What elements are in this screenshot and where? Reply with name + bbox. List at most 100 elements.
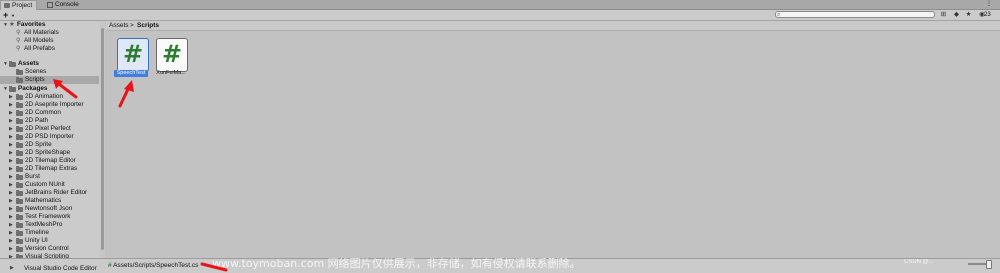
expand-arrow-icon[interactable]: ▶ <box>9 205 13 213</box>
expand-arrow-icon[interactable]: ▶ <box>9 213 13 221</box>
expand-arrow-icon[interactable]: ▶ <box>9 165 13 173</box>
breadcrumb-assets[interactable]: Assets <box>109 21 129 30</box>
folder-icon <box>16 134 23 140</box>
search-icon: ⚲ <box>16 38 21 44</box>
expand-arrow-icon[interactable]: ▶ <box>9 221 13 229</box>
tree-item-package[interactable]: ▶ 2D Common <box>0 109 99 117</box>
expand-arrow-icon[interactable]: ▶ <box>9 229 13 237</box>
expand-arrow-icon[interactable]: ▶ <box>9 189 13 197</box>
tree-item-package[interactable]: ▶ Version Control <box>0 245 99 253</box>
tree-scrollbar-thumb[interactable] <box>101 28 104 250</box>
tree-section-label: Favorites <box>17 21 46 28</box>
tree-item-label: TextMeshPro <box>25 221 63 228</box>
expand-arrow-icon[interactable]: ▶ <box>9 149 13 157</box>
folder-icon <box>16 110 23 116</box>
icon-size-slider-handle[interactable] <box>986 260 992 269</box>
folder-icon <box>16 102 23 108</box>
tree-favorites[interactable]: ▼ ★ Favorites <box>0 21 99 29</box>
tab-label: Console <box>55 1 79 8</box>
tree-item-package[interactable]: ▶ 2D Path <box>0 117 99 125</box>
folder-icon <box>16 158 23 164</box>
tab-label: Project <box>12 2 33 9</box>
csharp-script-icon: # <box>161 40 183 68</box>
label-filter-icon[interactable]: ◆ <box>952 11 961 19</box>
expand-arrow-icon[interactable]: ▶ <box>9 141 13 149</box>
tree-item-package[interactable]: ▶ 2D Sprite <box>0 141 99 149</box>
tree-item-label: 2D Tilemap Editor <box>25 157 76 164</box>
watermark: www.toymoban.com 网络图片仅供展示，非存储，如有侵权请联系删除。 <box>212 257 581 270</box>
expand-arrow-icon[interactable]: ▶ <box>9 157 13 165</box>
tree-item-package[interactable]: ▶ Unity UI <box>0 237 99 245</box>
search-icon: ⚲ <box>16 46 21 52</box>
file-label-xunfei[interactable]: XunFeiMa... <box>153 70 189 77</box>
tree-item-package[interactable]: ▶ Mathematics <box>0 197 99 205</box>
tree-item-all-prefabs[interactable]: ⚲ All Prefabs <box>0 45 99 53</box>
folder-icon <box>16 206 23 212</box>
folder-icon <box>16 126 23 132</box>
folder-icon <box>16 230 23 236</box>
file-speechtest[interactable]: # <box>117 38 149 72</box>
credit-watermark: CSDN @... <box>904 259 934 265</box>
tree-item-package[interactable]: ▶ Newtonsoft Json <box>0 205 99 213</box>
expand-arrow-icon[interactable]: ▶ <box>10 265 14 271</box>
tree-item-visual-studio-code-editor[interactable]: ▶ <box>2 264 14 272</box>
tree-item-all-materials[interactable]: ⚲ All Materials <box>0 29 99 37</box>
folder-icon <box>16 190 23 196</box>
tree-item-label: All Prefabs <box>24 45 55 52</box>
tree-item-package[interactable]: ▶ 2D SpriteShape <box>0 149 99 157</box>
expand-arrow-icon[interactable]: ▶ <box>9 93 13 101</box>
tree-item-package[interactable]: ▶ 2D Tilemap Editor <box>0 157 99 165</box>
expand-arrow-icon[interactable]: ▶ <box>9 173 13 181</box>
tree-item-label: 2D Sprite <box>25 141 52 148</box>
tree-item-package[interactable]: ▶ TextMeshPro <box>0 221 99 229</box>
more-options-icon[interactable]: ⋮ <box>986 0 992 9</box>
tree-section-label: Assets <box>18 60 39 67</box>
tree-item-package[interactable]: ▶ Burst <box>0 173 99 181</box>
folder-icon <box>16 246 23 252</box>
tree-item-label: Visual Studio Code Editor <box>24 265 97 272</box>
folder-icon <box>16 222 23 228</box>
search-input[interactable] <box>775 11 935 18</box>
expand-arrow-icon[interactable]: ▼ <box>3 85 8 93</box>
chevron-down-icon[interactable]: ▼ <box>11 13 15 18</box>
tree-item-package[interactable]: ▶ Test Framework <box>0 213 99 221</box>
tree-item-label: JetBrains Rider Editor <box>25 189 88 196</box>
star-icon[interactable]: ★ <box>964 11 973 19</box>
file-xunfei[interactable]: # <box>156 38 188 72</box>
tree-item-all-models[interactable]: ⚲ All Models <box>0 37 99 45</box>
tab-project[interactable]: Project <box>0 0 38 10</box>
tree-item-package[interactable]: ▶ Custom NUnit <box>0 181 99 189</box>
folder-icon <box>16 214 23 220</box>
breadcrumb: Assets > Scripts <box>106 21 1000 31</box>
expand-arrow-icon[interactable]: ▶ <box>9 197 13 205</box>
tree-item-label: 2D Tilemap Extras <box>25 165 78 172</box>
tree-item-label: Newtonsoft Json <box>25 205 73 212</box>
tree-section-label: Packages <box>18 85 48 92</box>
breadcrumb-scripts[interactable]: Scripts <box>137 21 159 30</box>
expand-arrow-icon[interactable]: ▶ <box>9 245 13 253</box>
expand-arrow-icon[interactable]: ▶ <box>9 237 13 245</box>
expand-arrow-icon[interactable]: ▼ <box>3 60 8 68</box>
file-label-speechtest[interactable]: SpeechTest <box>114 70 148 77</box>
folder-icon <box>16 166 23 172</box>
folder-icon <box>9 61 16 67</box>
expand-arrow-icon[interactable]: ▼ <box>3 21 8 29</box>
expand-arrow-icon[interactable]: ▶ <box>9 109 13 117</box>
add-button[interactable]: + <box>3 10 8 20</box>
tree-item-label: 2D Pixel Perfect <box>25 125 71 132</box>
search-by-type-icon[interactable]: ⊞ <box>939 11 948 19</box>
tree-assets[interactable]: ▼ Assets <box>0 60 99 68</box>
expand-arrow-icon[interactable]: ▶ <box>9 133 13 141</box>
tree-item-package[interactable]: ▶ Timeline <box>0 229 99 237</box>
tree-item-label: Scripts <box>25 76 45 83</box>
tree-item-package[interactable]: ▶ 2D PSD Importer <box>0 133 99 141</box>
expand-arrow-icon[interactable]: ▶ <box>9 125 13 133</box>
tree-item-package[interactable]: ▶ JetBrains Rider Editor <box>0 189 99 197</box>
expand-arrow-icon[interactable]: ▶ <box>9 101 13 109</box>
tree-item-package[interactable]: ▶ 2D Pixel Perfect <box>0 125 99 133</box>
tree-item-package[interactable]: ▶ 2D Tilemap Extras <box>0 165 99 173</box>
expand-arrow-icon[interactable]: ▶ <box>9 181 13 189</box>
csharp-script-icon: # <box>122 40 144 68</box>
tab-console[interactable]: Console <box>44 0 83 9</box>
expand-arrow-icon[interactable]: ▶ <box>9 117 13 125</box>
